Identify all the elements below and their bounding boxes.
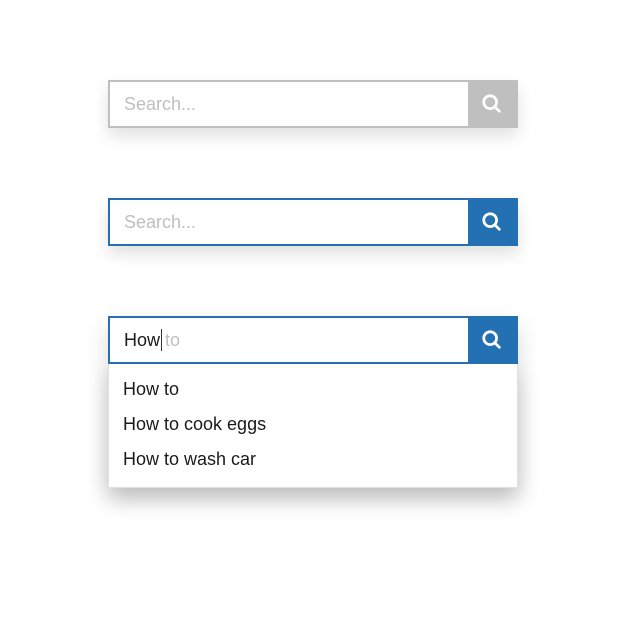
autocomplete-suggestion[interactable]: How to wash car	[109, 442, 517, 477]
autocomplete-suggestion[interactable]: How to	[109, 372, 517, 407]
search-typed-text: How	[124, 330, 160, 351]
search-bar-gray	[108, 80, 518, 128]
search-input-gray[interactable]	[110, 82, 468, 126]
search-bar-autocomplete: Howto	[108, 316, 518, 364]
search-button-blue[interactable]	[468, 200, 516, 244]
search-button-autocomplete[interactable]	[468, 318, 516, 362]
text-cursor	[161, 329, 162, 351]
search-input-blue[interactable]	[110, 200, 468, 244]
search-bar-autocomplete-wrapper: Howto How to How to cook eggs How to was…	[108, 316, 518, 488]
search-hint-text: to	[165, 330, 180, 351]
search-bar-blue-wrapper	[108, 198, 518, 246]
search-autocomplete-container: Howto How to How to cook eggs How to was…	[108, 316, 518, 488]
search-icon	[481, 329, 503, 351]
search-icon	[481, 211, 503, 233]
search-bar-gray-wrapper	[108, 80, 518, 128]
autocomplete-dropdown: How to How to cook eggs How to wash car	[108, 364, 518, 488]
search-icon	[481, 93, 503, 115]
search-button-gray[interactable]	[468, 82, 516, 126]
autocomplete-suggestion[interactable]: How to cook eggs	[109, 407, 517, 442]
search-bar-blue	[108, 198, 518, 246]
search-input-autocomplete[interactable]: Howto	[110, 318, 468, 362]
